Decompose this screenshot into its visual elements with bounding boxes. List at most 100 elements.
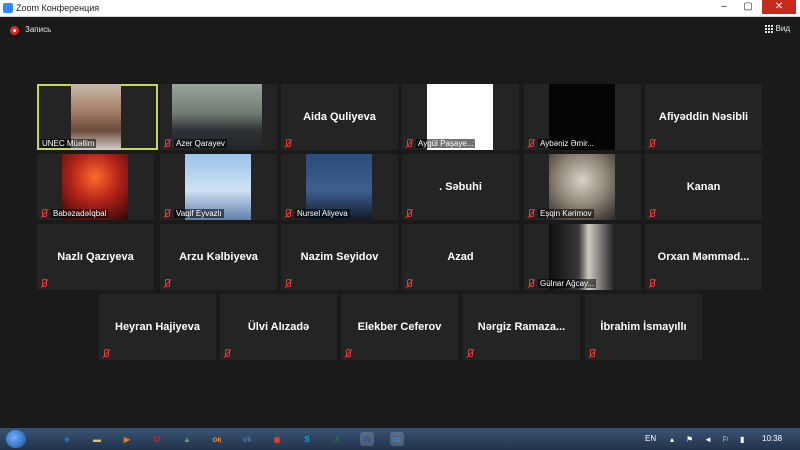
participant-tile[interactable]: Nərgiz Ramaza... bbox=[463, 294, 580, 360]
muted-mic-icon bbox=[405, 279, 413, 288]
participant-tile[interactable]: Aybəniz Əmir... bbox=[524, 84, 641, 150]
participant-tile[interactable]: Aygül Paşaye... bbox=[402, 84, 519, 150]
participant-name: UNEC Müəllim bbox=[40, 138, 97, 148]
participant-tile[interactable]: Azad bbox=[402, 224, 519, 290]
recording-label: Запись bbox=[25, 25, 52, 34]
participant-tile[interactable]: Nazlı Qazıyeva bbox=[37, 224, 154, 290]
media-icon[interactable]: ▶ bbox=[120, 432, 134, 446]
participant-tile[interactable]: Nazim Seyidov bbox=[281, 224, 398, 290]
participant-tile[interactable]: Gülnar Ağcay... bbox=[524, 224, 641, 290]
maximize-button[interactable]: ▢ bbox=[737, 0, 759, 14]
participant-name: Gülnar Ağcay... bbox=[538, 278, 597, 288]
participant-label: Aygül Paşaye... bbox=[405, 138, 476, 148]
participant-tile[interactable]: Arzu Kəlbiyeva bbox=[160, 224, 277, 290]
window-title: Zoom Конференция bbox=[16, 3, 100, 13]
participant-name: Nazim Seyidov bbox=[300, 251, 379, 263]
muted-mic-icon bbox=[223, 349, 231, 358]
muted-mic-icon bbox=[40, 279, 48, 288]
muted-mic-icon bbox=[527, 138, 535, 148]
participant-name: Afiyəddin Nəsibli bbox=[658, 111, 749, 123]
skype-icon[interactable]: S bbox=[300, 432, 314, 446]
muted-mic-icon bbox=[405, 138, 413, 148]
muted-mic-icon bbox=[284, 208, 292, 218]
participant-name: Kanan bbox=[686, 181, 721, 193]
participant-name: Aida Quliyeva bbox=[303, 111, 376, 123]
android-icon[interactable]: ▲ bbox=[180, 432, 194, 446]
participant-name: Azad bbox=[447, 251, 474, 263]
clock: 10:38 bbox=[762, 434, 783, 443]
muted-mic-icon bbox=[344, 349, 352, 358]
participant-tile[interactable]: Ülvi Alızadə bbox=[220, 294, 337, 360]
ie-icon[interactable]: e bbox=[60, 432, 74, 446]
participant-tile[interactable]: Nursel Aliyeva bbox=[281, 154, 398, 220]
participant-label: Gülnar Ağcay... bbox=[527, 278, 597, 288]
participant-label: UNEC Müəllim bbox=[40, 138, 97, 148]
network-icon[interactable]: ▮ bbox=[740, 435, 749, 444]
muted-mic-icon bbox=[163, 208, 171, 218]
volume-icon[interactable]: ◄ bbox=[704, 435, 713, 444]
word-icon[interactable]: W bbox=[360, 432, 374, 446]
vk-icon[interactable]: vk bbox=[240, 432, 254, 446]
participant-tile[interactable]: UNEC Müəllim bbox=[37, 84, 158, 150]
participant-label: Babəzadəİqbal bbox=[40, 208, 109, 218]
muted-mic-icon bbox=[648, 209, 656, 218]
participant-name: Orxan Məmməd... bbox=[657, 251, 750, 263]
participant-tile[interactable]: Aida Quliyeva bbox=[281, 84, 398, 150]
opera-icon[interactable]: O bbox=[150, 432, 164, 446]
participant-tile[interactable]: Vaqif Eyvazlı bbox=[160, 154, 277, 220]
participant-label: Eşqin Kərimov bbox=[527, 208, 594, 218]
muted-mic-icon bbox=[40, 208, 48, 218]
muted-mic-icon bbox=[163, 138, 171, 148]
muted-mic-icon bbox=[527, 208, 535, 218]
participant-tile[interactable]: Kanan bbox=[645, 154, 762, 220]
participant-name: Nərgiz Ramaza... bbox=[477, 321, 566, 333]
action-center-icon[interactable]: ⚑ bbox=[686, 435, 695, 444]
muted-mic-icon bbox=[284, 139, 292, 148]
muted-mic-icon bbox=[648, 139, 656, 148]
muted-mic-icon bbox=[284, 279, 292, 288]
muted-mic-icon bbox=[163, 279, 171, 288]
explorer-icon[interactable]: ▬ bbox=[90, 432, 104, 446]
view-button[interactable]: Вид bbox=[764, 24, 790, 33]
participant-label: Aybəniz Əmir... bbox=[527, 138, 596, 148]
odnoklassniki-icon[interactable]: ок bbox=[210, 432, 224, 446]
excel-icon[interactable]: X bbox=[330, 432, 344, 446]
participant-label: Vaqif Eyvazlı bbox=[163, 208, 224, 218]
participant-name: Ülvi Alızadə bbox=[247, 321, 310, 333]
participant-name: Arzu Kəlbiyeva bbox=[179, 251, 258, 263]
muted-mic-icon bbox=[648, 279, 656, 288]
zoom-icon[interactable]: ▭ bbox=[390, 432, 404, 446]
participant-name: Aygül Paşaye... bbox=[416, 138, 476, 148]
chrome-icon[interactable]: ◉ bbox=[270, 432, 284, 446]
participant-tile[interactable]: Orxan Məmməd... bbox=[645, 224, 762, 290]
participant-tile[interactable]: Eşqin Kərimov bbox=[524, 154, 641, 220]
participant-tile[interactable]: Babəzadəİqbal bbox=[37, 154, 154, 220]
participant-name: İbrahim İsmayıllı bbox=[600, 321, 687, 333]
view-label: Вид bbox=[775, 24, 790, 33]
participant-name: Nursel Aliyeva bbox=[295, 208, 350, 218]
muted-mic-icon bbox=[466, 349, 474, 358]
participant-tile[interactable]: Elekber Ceferov bbox=[341, 294, 458, 360]
language-indicator[interactable]: EN bbox=[645, 434, 656, 443]
participant-tile[interactable]: Heyran Hajiyeva bbox=[99, 294, 216, 360]
close-button[interactable]: ✕ bbox=[762, 0, 796, 14]
participant-name: . Səbuhi bbox=[439, 181, 482, 193]
zoom-app-icon bbox=[3, 3, 13, 13]
title-bar: Zoom Конференция – ▢ ✕ bbox=[0, 0, 800, 17]
grid-view-icon bbox=[764, 24, 773, 33]
participant-name: Heyran Hajiyeva bbox=[115, 321, 200, 333]
participant-tile[interactable]: Azer Qarayev bbox=[160, 84, 277, 150]
windows-taskbar: e ▬ ▶ O ▲ ок vk ◉ S X W ▭ EN ▴ ⚑ ◄ ⚐ ▮ 10:38 bbox=[0, 428, 800, 450]
tray-arrow-icon[interactable]: ▴ bbox=[670, 435, 679, 444]
muted-mic-icon bbox=[405, 209, 413, 218]
start-button[interactable] bbox=[6, 430, 26, 448]
participant-tile[interactable]: Afiyəddin Nəsibli bbox=[645, 84, 762, 150]
flag-icon[interactable]: ⚐ bbox=[722, 435, 731, 444]
minimize-button[interactable]: – bbox=[713, 0, 735, 14]
participant-name: Elekber Ceferov bbox=[357, 321, 442, 333]
muted-mic-icon bbox=[588, 349, 596, 358]
muted-mic-icon bbox=[102, 349, 110, 358]
participant-tile[interactable]: . Səbuhi bbox=[402, 154, 519, 220]
participant-tile[interactable]: İbrahim İsmayıllı bbox=[585, 294, 702, 360]
participant-name: Babəzadəİqbal bbox=[51, 208, 109, 218]
